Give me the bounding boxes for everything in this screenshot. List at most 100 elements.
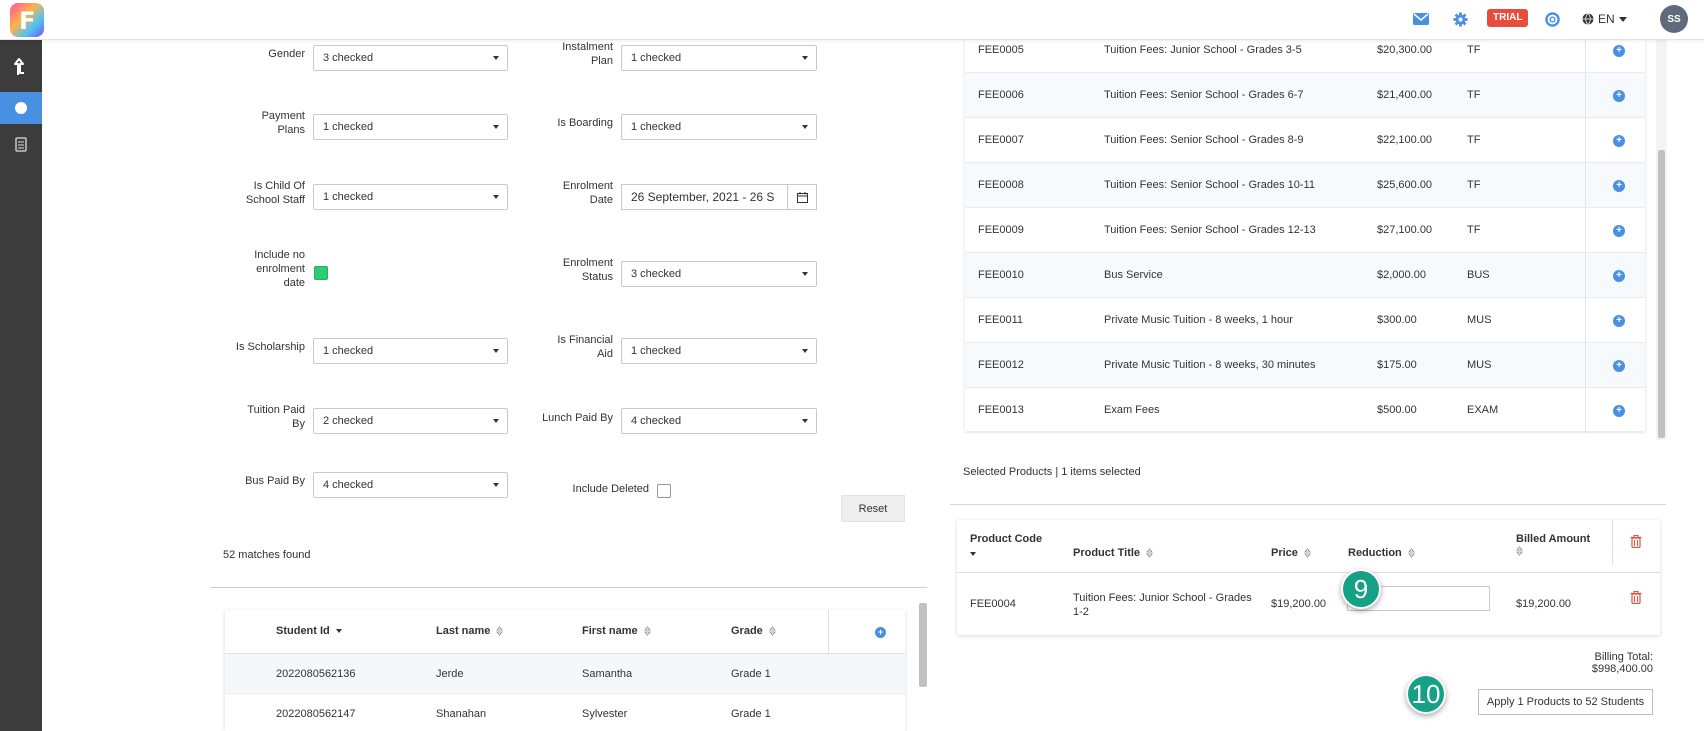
is-boarding-select[interactable]: 1 checked (621, 114, 817, 140)
scholarship-select[interactable]: 1 checked (313, 338, 508, 364)
caret-down-icon (802, 272, 808, 276)
help-ring-icon[interactable] (1542, 9, 1562, 29)
include-deleted-checkbox[interactable] (657, 484, 671, 498)
add-product-icon[interactable]: + (1613, 405, 1625, 417)
product-code: FEE0007 (978, 134, 1024, 146)
avatar[interactable]: SS (1660, 5, 1688, 33)
col-student-id[interactable]: Student Id (276, 625, 342, 637)
product-row[interactable]: FEE0012 Private Music Tuition - 8 weeks,… (965, 343, 1645, 388)
product-row[interactable]: FEE0009 Tuition Fees: Senior School - Gr… (965, 208, 1645, 253)
document-icon (15, 136, 27, 152)
add-product-icon[interactable]: + (1613, 360, 1625, 372)
col-divider (1585, 388, 1586, 433)
table-row[interactable]: 2022080562136 Jerde Samantha Grade 1 (225, 654, 905, 694)
instalment-plan-select[interactable]: 1 checked (621, 45, 817, 71)
enrolment-status-value: 3 checked (631, 268, 682, 280)
product-type: MUS (1467, 359, 1492, 371)
sort-icon (768, 626, 776, 636)
mail-icon[interactable] (1411, 9, 1431, 29)
col-billed-amount[interactable]: Billed Amount (1516, 532, 1590, 560)
enrolment-date-field[interactable]: 26 September, 2021 - 26 S (621, 184, 788, 210)
sort-icon (1146, 548, 1153, 558)
instalment-plan-value: 1 checked (631, 52, 682, 64)
products-scrollbar[interactable] (1658, 150, 1665, 438)
enrolment-status-select[interactable]: 3 checked (621, 261, 817, 287)
child-of-staff-label: Is Child Of School Staff (245, 180, 305, 206)
sort-icon (643, 626, 651, 636)
col-last-name[interactable]: Last name (436, 625, 504, 637)
col-price[interactable]: Price (1271, 546, 1311, 560)
payment-plans-select[interactable]: 1 checked (313, 114, 508, 140)
product-row[interactable]: FEE0006 Tuition Fees: Senior School - Gr… (965, 73, 1645, 118)
col-product-code[interactable]: Product Code (970, 532, 1042, 560)
sidebar-item-documents[interactable] (0, 128, 42, 160)
trash-icon[interactable] (1630, 535, 1642, 548)
product-price: $500.00 (1377, 404, 1417, 416)
reset-button[interactable]: Reset (841, 495, 905, 522)
table-row[interactable]: 2022080562147 Shanahan Sylvester Grade 1 (225, 694, 905, 731)
product-code: FEE0008 (978, 179, 1024, 191)
include-no-enrolment-checkbox[interactable] (314, 266, 328, 280)
col-divider (1612, 520, 1613, 565)
add-product-icon[interactable]: + (1613, 135, 1625, 147)
product-title: Bus Service (1104, 269, 1163, 281)
lunch-paid-by-select[interactable]: 4 checked (621, 408, 817, 434)
calendar-button[interactable] (787, 184, 817, 210)
gear-icon[interactable] (1450, 9, 1470, 29)
students-table-header: Student Id Last name First name Grade + (225, 610, 905, 654)
add-column-icon[interactable]: + (875, 627, 886, 638)
students-table: Student Id Last name First name Grade + … (225, 610, 905, 731)
product-row[interactable]: FEE0013 Exam Fees $500.00 EXAM + (965, 388, 1645, 433)
lunch-paid-by-label: Lunch Paid By (542, 412, 613, 424)
cell-student-id: 2022080562136 (276, 668, 356, 680)
col-divider (1585, 163, 1586, 208)
add-product-icon[interactable]: + (1613, 90, 1625, 102)
students-scrollbar[interactable] (919, 603, 927, 687)
add-product-icon[interactable]: + (1613, 180, 1625, 192)
apply-products-button[interactable]: Apply 1 Products to 52 Students (1478, 689, 1653, 715)
caret-down-icon (802, 419, 808, 423)
bus-paid-by-select[interactable]: 4 checked (313, 472, 508, 498)
add-product-icon[interactable]: + (1613, 225, 1625, 237)
product-type: TF (1467, 179, 1481, 191)
product-row[interactable]: FEE0010 Bus Service $2,000.00 BUS + (965, 253, 1645, 298)
product-type: TF (1467, 89, 1481, 101)
app-logo[interactable]: F (10, 3, 44, 37)
product-title: Tuition Fees: Senior School - Grades 12-… (1104, 224, 1316, 236)
trash-icon[interactable] (1630, 591, 1642, 604)
tuition-paid-by-value: 2 checked (323, 415, 374, 427)
include-deleted-label: Include Deleted (572, 483, 649, 495)
caret-down-icon (493, 195, 499, 199)
gender-label: Gender (268, 48, 305, 60)
product-type: MUS (1467, 314, 1492, 326)
product-row[interactable]: FEE0011 Private Music Tuition - 8 weeks,… (965, 298, 1645, 343)
cell-price: $19,200.00 (1271, 598, 1327, 610)
tuition-paid-by-label: Tuition Paid By (247, 404, 305, 430)
col-grade[interactable]: Grade (731, 625, 776, 637)
col-first-name[interactable]: First name (582, 625, 651, 637)
add-product-icon[interactable]: + (1613, 315, 1625, 327)
language-selector[interactable]: EN (1582, 10, 1627, 28)
add-product-icon[interactable]: + (1613, 45, 1625, 57)
bus-paid-by-value: 4 checked (323, 479, 374, 491)
sidebar-item-upload[interactable] (0, 51, 42, 83)
col-product-title[interactable]: Product Title (1073, 546, 1153, 560)
products-list: FEE0005 Tuition Fees: Junior School - Gr… (965, 28, 1645, 433)
sidebar-item-active[interactable] (0, 92, 42, 124)
chevron-down-icon (1618, 16, 1627, 22)
selected-products-info: Selected Products | 1 items selected (963, 466, 1141, 478)
col-reduction[interactable]: Reduction (1348, 546, 1415, 560)
enrolment-date-label: Enrolment Date (562, 180, 613, 206)
gender-select[interactable]: 3 checked (313, 45, 508, 71)
product-price: $22,100.00 (1377, 134, 1433, 146)
tuition-paid-by-select[interactable]: 2 checked (313, 408, 508, 434)
add-product-icon[interactable]: + (1613, 270, 1625, 282)
cell-product-code: FEE0004 (970, 598, 1016, 610)
include-no-enrolment-label: Include no enrolment date (254, 249, 305, 289)
product-row[interactable]: FEE0008 Tuition Fees: Senior School - Gr… (965, 163, 1645, 208)
financial-aid-select[interactable]: 1 checked (621, 338, 817, 364)
child-of-staff-select[interactable]: 1 checked (313, 184, 508, 210)
product-title: Tuition Fees: Senior School - Grades 10-… (1104, 179, 1315, 191)
cell-billed-amount: $19,200.00 (1516, 598, 1572, 610)
product-row[interactable]: FEE0007 Tuition Fees: Senior School - Gr… (965, 118, 1645, 163)
